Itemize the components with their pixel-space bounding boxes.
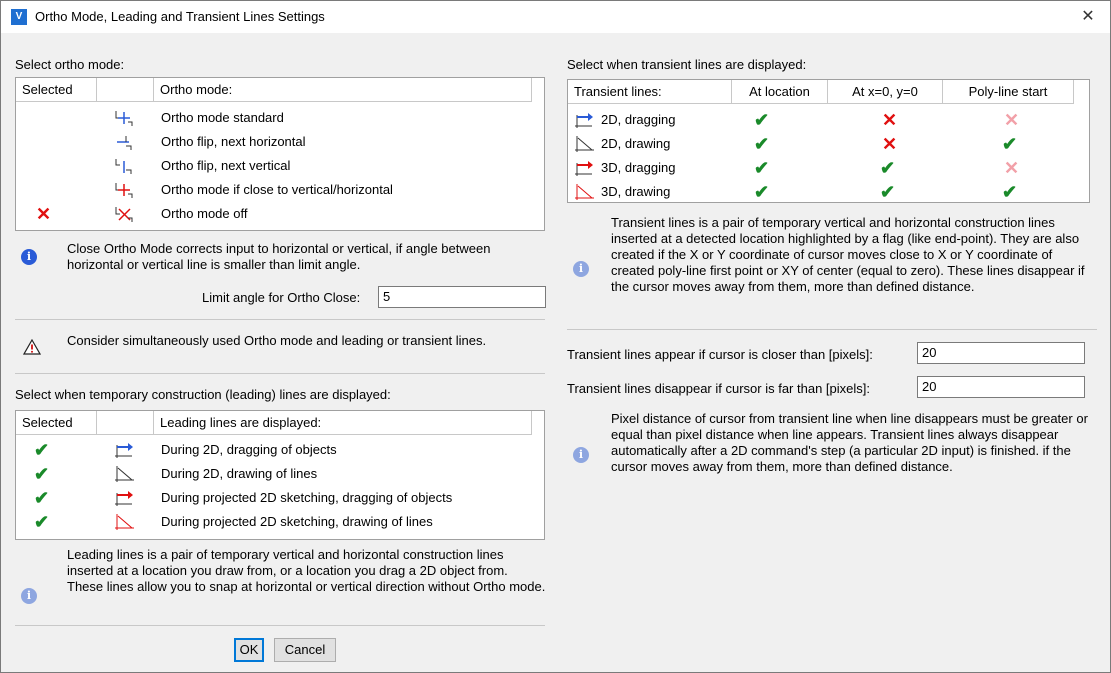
check-icon[interactable]: ✔ (1002, 183, 1017, 201)
transient-3d-drag-icon (575, 161, 593, 176)
pixel-distance-info-text: Pixel distance of cursor from transient … (611, 411, 1088, 474)
transient-lines-table: Transient lines: At location At x=0, y=0… (567, 79, 1090, 203)
leading-row-2d-drag[interactable]: ✔ During 2D, dragging of objects (16, 438, 530, 462)
transient-row-3d-drag[interactable]: 3D, dragging ✔ ✔ ✕ (568, 156, 1074, 180)
leading-info-text: Leading lines is a pair of temporary ver… (67, 547, 546, 594)
check-icon[interactable]: ✔ (754, 111, 769, 129)
ortho-row-close[interactable]: Ortho mode if close to vertical/horizont… (16, 178, 530, 202)
app-logo-icon: V (11, 9, 27, 25)
divider (15, 625, 545, 626)
limit-angle-label: Limit angle for Ortho Close: (202, 290, 361, 305)
appear-distance-label: Transient lines appear if cursor is clos… (567, 347, 873, 362)
leading-2d-drag-icon (115, 443, 133, 458)
transient-col-lines[interactable]: Transient lines: (568, 80, 732, 104)
transient-row-2d-drag[interactable]: 2D, dragging ✔ ✕ ✕ (568, 108, 1074, 132)
ortho-col-mode[interactable]: Ortho mode: (154, 78, 532, 102)
divider (15, 319, 545, 320)
check-icon[interactable]: ✔ (754, 183, 769, 201)
transient-row-label: 3D, dragging (601, 160, 676, 175)
close-button[interactable]: ✕ (1066, 1, 1110, 33)
leading-lines-list: Selected Leading lines are displayed: ✔ … (15, 410, 545, 540)
transient-row-label: 2D, dragging (601, 112, 676, 127)
transient-col-poly-start[interactable]: Poly-line start (943, 80, 1074, 104)
info-icon: i (573, 447, 589, 463)
transient-row-2d-draw[interactable]: 2D, drawing ✔ ✕ ✔ (568, 132, 1074, 156)
info-icon: i (573, 261, 589, 277)
leading-row-proj-draw[interactable]: ✔ During projected 2D sketching, drawing… (16, 510, 530, 534)
disappear-distance-label: Transient lines disappear if cursor is f… (567, 381, 870, 396)
cancel-button[interactable]: Cancel (274, 638, 336, 662)
limit-angle-input[interactable]: 5 (378, 286, 546, 308)
cross-light-icon[interactable]: ✕ (1004, 159, 1019, 177)
ortho-flip-vertical-icon (115, 159, 132, 174)
disappear-distance-input[interactable]: 20 (917, 376, 1085, 398)
ortho-standard-icon (115, 111, 133, 126)
dialog-window: V Ortho Mode, Leading and Transient Line… (0, 0, 1111, 673)
selected-check-icon: ✔ (34, 440, 50, 460)
leading-label: During projected 2D sketching, dragging … (161, 490, 453, 505)
ortho-mode-list: Selected Ortho mode: Ortho mode standard… (15, 77, 545, 231)
check-icon[interactable]: ✔ (880, 183, 895, 201)
cross-icon[interactable]: ✕ (882, 111, 897, 129)
info-icon: i (21, 249, 37, 265)
leading-row-proj-drag[interactable]: ✔ During projected 2D sketching, draggin… (16, 486, 530, 510)
check-icon[interactable]: ✔ (1002, 135, 1017, 153)
ortho-section-label: Select ortho mode: (15, 57, 125, 72)
ortho-off-icon (115, 207, 133, 222)
check-icon[interactable]: ✔ (880, 159, 895, 177)
leading-col-selected[interactable]: Selected (16, 411, 97, 435)
ortho-flip-horizontal-icon (117, 136, 132, 150)
ortho-close-info: Close Ortho Mode corrects input to horiz… (67, 241, 491, 272)
transient-2d-draw-icon (575, 136, 594, 152)
ortho-label: Ortho flip, next horizontal (161, 134, 306, 149)
leading-label: During 2D, drawing of lines (161, 466, 318, 481)
divider (567, 329, 1097, 330)
leading-section-label: Select when temporary construction (lead… (15, 387, 391, 402)
check-icon[interactable]: ✔ (754, 135, 769, 153)
ortho-close-icon (115, 183, 133, 198)
leading-label: During projected 2D sketching, drawing o… (161, 514, 433, 529)
selected-cross-icon: ✕ (36, 204, 52, 224)
cross-light-icon[interactable]: ✕ (1004, 111, 1019, 129)
ortho-label: Ortho mode standard (161, 110, 284, 125)
ortho-row-flip-horizontal[interactable]: Ortho flip, next horizontal (16, 130, 530, 154)
leading-proj-drag-icon (115, 491, 133, 506)
leading-proj-draw-icon (115, 514, 134, 530)
ortho-col-selected[interactable]: Selected (16, 78, 97, 102)
transient-row-label: 2D, drawing (601, 136, 671, 151)
check-icon[interactable]: ✔ (754, 159, 769, 177)
leading-2d-draw-icon (115, 466, 134, 482)
divider (15, 373, 545, 374)
ortho-row-off[interactable]: ✕ Ortho mode off (16, 202, 530, 226)
leading-label: During 2D, dragging of objects (161, 442, 337, 457)
title-bar: V Ortho Mode, Leading and Transient Line… (1, 1, 1110, 33)
appear-distance-input[interactable]: 20 (917, 342, 1085, 364)
selected-check-icon: ✔ (34, 488, 50, 508)
leading-col-icon[interactable] (97, 411, 154, 435)
leading-col-label[interactable]: Leading lines are displayed: (154, 411, 532, 435)
ortho-row-flip-vertical[interactable]: Ortho flip, next vertical (16, 154, 530, 178)
transient-row-label: 3D, drawing (601, 184, 671, 199)
ortho-row-standard[interactable]: Ortho mode standard (16, 106, 530, 130)
transient-col-at-location[interactable]: At location (732, 80, 828, 104)
transient-3d-draw-icon (575, 184, 594, 200)
transient-info-text: Transient lines is a pair of temporary v… (611, 215, 1085, 294)
ortho-warning-text: Consider simultaneously used Ortho mode … (67, 333, 487, 348)
info-icon: i (21, 588, 37, 604)
warning-icon (23, 339, 41, 355)
ok-button[interactable]: OK (234, 638, 264, 662)
selected-check-icon: ✔ (34, 464, 50, 484)
selected-check-icon: ✔ (34, 512, 50, 532)
ortho-label: Ortho mode if close to vertical/horizont… (161, 182, 393, 197)
cross-icon[interactable]: ✕ (882, 135, 897, 153)
transient-section-label: Select when transient lines are displaye… (567, 57, 807, 72)
transient-row-3d-draw[interactable]: 3D, drawing ✔ ✔ ✔ (568, 180, 1074, 202)
transient-2d-drag-icon (575, 113, 593, 128)
leading-row-2d-draw[interactable]: ✔ During 2D, drawing of lines (16, 462, 530, 486)
ortho-col-icon[interactable] (97, 78, 154, 102)
window-title: Ortho Mode, Leading and Transient Lines … (35, 9, 325, 24)
ortho-label: Ortho flip, next vertical (161, 158, 291, 173)
ortho-label: Ortho mode off (161, 206, 248, 221)
transient-col-at-zero[interactable]: At x=0, y=0 (828, 80, 943, 104)
